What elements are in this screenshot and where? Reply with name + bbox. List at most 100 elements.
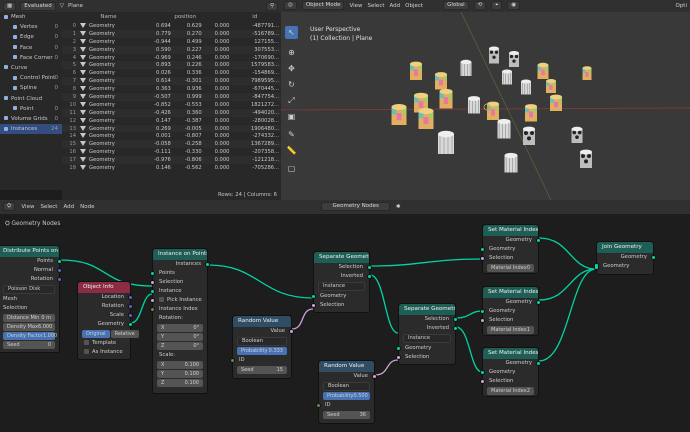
socket-instance-in[interactable]: Instance	[150, 287, 207, 296]
socket-inverted-out[interactable]: Inverted	[314, 272, 372, 281]
socket-id-in[interactable]: ID	[230, 356, 291, 365]
rotate-tool-icon[interactable]: ↻	[285, 78, 298, 91]
options-button[interactable]: Opti	[675, 3, 687, 9]
table-row[interactable]: 9 Geometry -0.507 0.999 0.000 -847754...	[62, 93, 281, 101]
domain-dropdown[interactable]: Instance	[403, 334, 451, 343]
socket-geometry-in[interactable]: Geometry	[396, 344, 455, 353]
seed-field[interactable]: Seed 36	[323, 411, 370, 419]
filter-icon[interactable]: ⚲	[265, 1, 278, 11]
table-row[interactable]: 17 Geometry -0.976 -0.806 0.000 -121218...	[62, 156, 281, 165]
socket-selection-in[interactable]: Selection	[480, 377, 538, 386]
dataset-item[interactable]: Curve	[0, 63, 62, 73]
template-field[interactable]: Template	[78, 339, 130, 348]
dataset-item[interactable]: Volume Grids 0	[0, 114, 62, 124]
probability-field[interactable]: Probability 0.333	[237, 347, 287, 355]
scale-tool-icon[interactable]: ⤢	[285, 94, 298, 107]
node-set-material-index-1[interactable]: Set Material Index Geometry Geometry Sel…	[480, 286, 541, 336]
table-row[interactable]: 13 Geometry 0.269 -0.005 0.000 1906480...	[62, 124, 281, 133]
col-name[interactable]: Name	[78, 12, 142, 22]
socket-selection-out[interactable]: Selection	[399, 315, 458, 324]
evaluated-dropdown[interactable]: Evaluated	[20, 1, 56, 11]
proportional-icon[interactable]: ◉	[507, 1, 521, 10]
annotate-tool-icon[interactable]: ✎	[285, 128, 298, 141]
as-instance-checkbox[interactable]: As Instance	[78, 348, 130, 357]
socket-geometry-out[interactable]: Geometry	[597, 253, 656, 262]
table-row[interactable]: 5 Geometry 0.893 0.226 0.000 1579583...	[62, 61, 281, 70]
material-index-field[interactable]: Material Index 1	[487, 326, 534, 334]
dataset-item[interactable]: Edge 0	[0, 32, 62, 42]
rotation-y-field[interactable]: Y 0°	[157, 333, 203, 341]
rotation-z-field[interactable]: Z 0°	[157, 342, 203, 350]
table-row[interactable]: 10 Geometry -0.852 -0.553 0.000 1821272...	[62, 101, 281, 109]
distance-min-field[interactable]: Distance Min 0 m	[3, 314, 55, 322]
node-random-value-1[interactable]: Random Value Value Boolean Probability 0.…	[230, 315, 294, 379]
socket-rotation-out[interactable]: Rotation	[0, 275, 62, 284]
socket-selection-in[interactable]: Selection	[311, 301, 369, 310]
scale-y-field[interactable]: Y 0.100	[157, 370, 203, 378]
menu-view[interactable]: View	[21, 204, 34, 210]
seed-field[interactable]: Seed 15	[237, 366, 287, 374]
node-separate-geometry-2[interactable]: Separate Geometry Selection Inverted Ins…	[396, 303, 458, 365]
pick-instance-checkbox[interactable]: Pick Instance	[150, 296, 207, 305]
node-set-material-index-2[interactable]: Set Material Index Geometry Geometry Sel…	[480, 347, 541, 397]
data-type-dropdown[interactable]: Boolean	[323, 382, 370, 391]
node-separate-geometry-1[interactable]: Separate Geometry Selection Inverted Ins…	[311, 251, 372, 313]
select-tool-icon[interactable]: ↖	[285, 26, 298, 39]
socket-points-in[interactable]: Points	[150, 269, 207, 278]
measure-tool-icon[interactable]: 📏	[285, 144, 298, 157]
orientation-dropdown[interactable]: Global	[443, 1, 469, 10]
table-row[interactable]: 2 Geometry -0.944 0.499 0.000 127155...	[62, 38, 281, 46]
menu-view[interactable]: View	[349, 3, 362, 9]
table-row[interactable]: 7 Geometry 0.614 -0.301 0.000 7989595...	[62, 77, 281, 86]
socket-geometry-out[interactable]: Geometry	[483, 298, 541, 307]
table-row[interactable]: 8 Geometry 0.363 0.936 0.000 -670445...	[62, 85, 281, 93]
pin-icon[interactable]: ✱	[396, 204, 401, 210]
node-editor-canvas[interactable]: ⛭ Geometry Nodes Distribute Points on Fa…	[0, 214, 690, 432]
dataset-item[interactable]: Point 0	[0, 104, 62, 114]
table-row[interactable]: 6 Geometry 0.026 0.336 0.000 -154869...	[62, 69, 281, 77]
socket-points-out[interactable]: Points	[0, 257, 62, 266]
seed-field[interactable]: Seed 0	[3, 341, 55, 349]
table-row[interactable]: 3 Geometry 0.590 0.227 0.000 307553...	[62, 45, 281, 54]
table-row[interactable]: 12 Geometry 0.147 -0.387 0.000 -280028...	[62, 117, 281, 125]
socket-scale-out[interactable]: Scale	[78, 311, 133, 320]
node-tree-dropdown[interactable]: Geometry Nodes	[321, 202, 390, 211]
dataset-item[interactable]: Mesh	[0, 12, 62, 22]
table-row[interactable]: 16 Geometry -0.111 -0.330 0.000 -207358...	[62, 148, 281, 156]
socket-selection-in[interactable]: Selection	[480, 254, 538, 263]
editor-type-button[interactable]: ◎	[284, 1, 297, 10]
density-factor-field[interactable]: Density Factor 1.000	[3, 332, 57, 340]
snap-icon[interactable]: ⌖	[491, 1, 503, 10]
object-mode-dropdown[interactable]: Object Mode	[301, 1, 345, 10]
dataset-item[interactable]: Instances 24	[0, 124, 62, 135]
socket-geometry-out[interactable]: Geometry	[483, 236, 541, 245]
socket-geometry-in[interactable]: Geometry	[480, 245, 538, 254]
socket-selection-out[interactable]: Selection	[314, 263, 372, 272]
domain-dropdown[interactable]: Instance	[318, 282, 365, 291]
socket-geometry-in[interactable]: Geometry	[594, 262, 653, 271]
socket-selection-in[interactable]: Selection	[480, 316, 538, 325]
viewport-3d[interactable]: User Perspective (1) Collection | Plane …	[281, 12, 690, 200]
scale-x-field[interactable]: X 0.100	[157, 361, 203, 369]
original-toggle[interactable]: Original	[82, 330, 110, 338]
socket-geometry-out[interactable]: Geometry	[78, 320, 133, 329]
dataset-item[interactable]: Face Corner 0	[0, 53, 62, 63]
socket-normal-out[interactable]: Normal	[0, 266, 62, 275]
socket-selection-in[interactable]: Selection	[396, 353, 455, 362]
socket-selection-in[interactable]: Selection	[150, 278, 207, 287]
table-row[interactable]: 14 Geometry 0.001 -0.807 0.000 -274332...	[62, 132, 281, 140]
dataset-item[interactable]: Vertex 0	[0, 22, 62, 32]
node-random-value-2[interactable]: Random Value Value Boolean Probability 0.…	[316, 360, 377, 424]
menu-node[interactable]: Node	[80, 204, 94, 210]
socket-geometry-in[interactable]: Geometry	[480, 307, 538, 316]
add-cube-tool-icon[interactable]: ▢	[285, 162, 298, 175]
scale-z-field[interactable]: Z 0.100	[157, 379, 203, 387]
socket-id-in[interactable]: ID	[316, 401, 374, 410]
menu-object[interactable]: Object	[405, 3, 423, 9]
socket-geometry-in[interactable]: Geometry	[480, 368, 538, 377]
col-position[interactable]: position	[142, 12, 231, 22]
socket-instances-out[interactable]: Instances	[153, 260, 210, 269]
table-row[interactable]: 0 Geometry 0.694 0.629 0.000 -487791...	[62, 22, 281, 30]
socket-mesh-in[interactable]: Mesh	[0, 295, 59, 304]
socket-location-out[interactable]: Location	[78, 293, 133, 302]
